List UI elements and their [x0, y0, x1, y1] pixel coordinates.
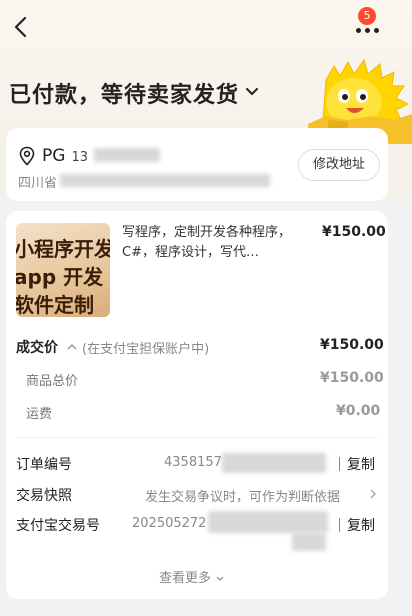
- redacted-order-number: [222, 453, 326, 473]
- alipay-trade-label: 支付宝交易号: [16, 518, 100, 534]
- back-arrow-icon[interactable]: [10, 14, 36, 40]
- chevron-right-icon[interactable]: [368, 488, 378, 500]
- redacted-phone: [94, 148, 160, 162]
- copy-separator: [339, 457, 340, 471]
- shipping-value: ¥0.00: [336, 403, 381, 419]
- see-more-label: 查看更多: [159, 571, 212, 586]
- order-number-value: 4358157: [164, 455, 222, 470]
- recipient-name-text: PG: [42, 146, 66, 166]
- copy-separator-2: [339, 518, 340, 532]
- deal-price-label[interactable]: 成交价: [16, 337, 58, 357]
- more-dots-icon: [356, 28, 379, 33]
- product-thumbnail[interactable]: 小程序开发 app 开发 软件定制: [16, 223, 110, 317]
- order-number-label: 订单编号: [16, 457, 72, 473]
- snapshot-label: 交易快照: [16, 488, 72, 504]
- chevron-down-icon[interactable]: [244, 83, 260, 99]
- deal-price-value: ¥150.00: [320, 337, 384, 353]
- thumb-line-3: 软件定制: [16, 293, 94, 317]
- deal-price-note: (在支付宝担保账户中): [82, 342, 210, 357]
- location-pin-icon: [19, 146, 35, 166]
- goods-total-value: ¥150.00: [320, 370, 384, 386]
- copy-order-number-button[interactable]: 复制: [347, 454, 375, 474]
- edit-address-button[interactable]: 修改地址: [298, 149, 380, 181]
- recipient-phone: 13: [71, 150, 88, 165]
- chevron-up-icon[interactable]: [66, 341, 78, 353]
- shipping-label: 运费: [26, 407, 53, 422]
- redacted-alipay-number-2: [292, 533, 326, 551]
- goods-total-label: 商品总价: [26, 374, 79, 389]
- chevron-down-small-icon: [216, 576, 224, 581]
- address-line: 四川省: [18, 176, 58, 191]
- section-divider: [16, 437, 378, 438]
- snapshot-value[interactable]: 发生交易争议时，可作为判断依据: [145, 486, 340, 505]
- order-status-title: 已付款，等待卖家发货: [9, 83, 240, 108]
- product-price: ¥150.00: [322, 224, 386, 240]
- thumb-line-2: app 开发: [16, 265, 104, 289]
- address-card[interactable]: PG 13 四川省 修改地址: [6, 128, 388, 201]
- thumb-line-1: 小程序开发: [16, 237, 110, 261]
- redacted-alipay-number: [208, 511, 328, 533]
- order-card: 小程序开发 app 开发 软件定制 写程序，定制开发各种程序，C#，程序设计，写…: [6, 211, 388, 599]
- see-more-button[interactable]: 查看更多: [159, 567, 225, 586]
- copy-alipay-number-button[interactable]: 复制: [347, 515, 375, 535]
- recipient-name: PG 13: [42, 146, 88, 166]
- alipay-trade-value: 202505272: [132, 516, 207, 531]
- product-title[interactable]: 写程序，定制开发各种程序，C#，程序设计，写代…: [122, 223, 318, 263]
- notification-badge: 5: [358, 7, 376, 25]
- redacted-address: [60, 174, 270, 187]
